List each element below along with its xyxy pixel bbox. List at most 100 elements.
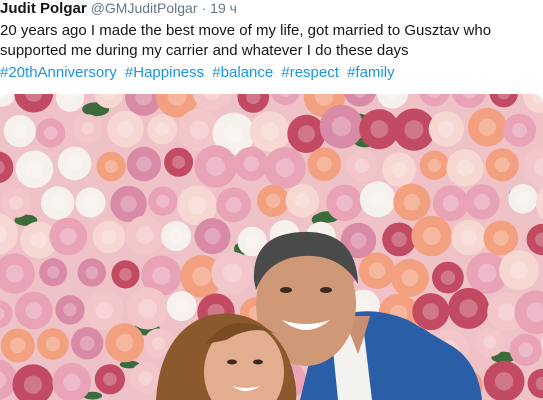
flower-center xyxy=(245,234,259,249)
flower-center xyxy=(119,268,132,281)
flower-center xyxy=(44,126,58,140)
flower-center xyxy=(403,193,421,211)
flower-center xyxy=(204,228,221,245)
flower-center xyxy=(152,266,171,285)
flower-center xyxy=(275,158,295,178)
flower-center xyxy=(460,229,477,246)
flower-center xyxy=(81,122,94,135)
hashtag-list: #20thAnniversory #Happiness #balance #re… xyxy=(0,63,399,83)
flower-center xyxy=(101,229,117,245)
flower-center xyxy=(297,125,315,143)
flower-center xyxy=(510,261,529,280)
flower-center xyxy=(459,299,478,318)
author-name[interactable]: Judit Polgar xyxy=(0,0,87,17)
flower-center xyxy=(83,195,98,210)
flower-center xyxy=(494,157,510,173)
flower-center xyxy=(243,156,259,172)
author-handle[interactable]: @GMJuditPolgar xyxy=(91,0,198,16)
hashtag-happiness[interactable]: #Happiness xyxy=(125,64,204,81)
flower-center xyxy=(46,266,60,279)
flower-center xyxy=(265,193,281,208)
hashtag-20th-anniversory[interactable]: #20thAnniversory xyxy=(0,64,117,81)
flower-center xyxy=(115,334,134,352)
tweet-text: 20 years ago I made the best move of my … xyxy=(0,22,492,59)
flower-center xyxy=(63,373,81,391)
flower-center xyxy=(474,193,490,210)
flower-center xyxy=(104,159,118,174)
flower-center xyxy=(138,371,153,385)
flower-center xyxy=(117,120,134,138)
flower-center xyxy=(136,156,152,172)
photo-illustration xyxy=(0,94,543,400)
separator-dot: · xyxy=(201,0,207,16)
flower-center xyxy=(30,231,48,249)
flower-center xyxy=(404,120,424,140)
flower-center xyxy=(493,230,509,246)
flower-center xyxy=(188,196,206,215)
flower-center xyxy=(138,298,158,318)
flower-center xyxy=(478,118,496,136)
flower-center xyxy=(25,160,43,178)
tweet-photo[interactable] xyxy=(0,94,543,400)
flower-center xyxy=(442,195,459,212)
flower-center xyxy=(494,372,514,391)
flower-center xyxy=(512,122,527,138)
flower-center xyxy=(169,229,183,243)
flower-center xyxy=(103,372,117,387)
hashtag-balance[interactable]: #balance xyxy=(212,64,273,81)
flower-center xyxy=(95,301,113,320)
flower-center xyxy=(427,158,441,172)
flower-center xyxy=(456,159,474,177)
flower-center xyxy=(438,121,455,137)
flower-center xyxy=(50,195,66,211)
flower-center xyxy=(79,336,95,351)
flower-center xyxy=(401,269,419,287)
flower-center xyxy=(174,299,189,313)
flower-center xyxy=(497,303,516,321)
flower-center xyxy=(336,194,353,212)
flower-center xyxy=(350,232,367,249)
flower-center xyxy=(23,375,43,394)
flower-center xyxy=(518,342,534,358)
flower-center xyxy=(120,195,137,213)
tweet-header: Judit Polgar @GMJuditPolgar · 19 ч xyxy=(0,0,237,18)
flower-center xyxy=(440,270,456,285)
flower-center xyxy=(155,122,169,137)
flower-center xyxy=(316,156,332,172)
flower-center xyxy=(294,193,310,209)
flower-center xyxy=(192,266,212,286)
flower-center xyxy=(477,263,497,283)
tweet-timestamp[interactable]: 19 ч xyxy=(210,0,237,16)
flower-center xyxy=(45,336,61,352)
flower-center xyxy=(224,124,244,144)
flower-center xyxy=(391,161,407,178)
hashtag-respect[interactable]: #respect xyxy=(281,64,339,81)
flower-center xyxy=(422,303,440,320)
flower-center xyxy=(206,156,226,176)
tweet-card: Judit Polgar @GMJuditPolgar · 19 ч 20 ye… xyxy=(0,0,543,400)
flower-center xyxy=(483,335,497,349)
flower-center xyxy=(331,116,352,137)
flower-center xyxy=(189,120,209,140)
flower-center xyxy=(156,194,170,208)
flower-center xyxy=(25,302,43,319)
flower-center xyxy=(368,262,386,279)
flower-center xyxy=(516,192,530,206)
flower-center xyxy=(12,123,27,139)
flower-center xyxy=(67,155,83,171)
flower-center xyxy=(356,298,371,314)
flower-center xyxy=(391,231,407,247)
flower-center xyxy=(422,226,441,246)
flower-center xyxy=(63,303,77,317)
flower-center xyxy=(369,191,386,208)
flower-center xyxy=(5,264,24,283)
flower-center xyxy=(9,195,23,210)
flower-center xyxy=(172,155,186,169)
flower-center xyxy=(152,336,166,350)
flower-center xyxy=(222,263,242,283)
flower-center xyxy=(225,197,242,213)
flower-center xyxy=(85,266,99,279)
hashtag-family[interactable]: #family xyxy=(347,64,395,81)
flower-center xyxy=(370,120,389,139)
flower-center xyxy=(260,122,280,141)
